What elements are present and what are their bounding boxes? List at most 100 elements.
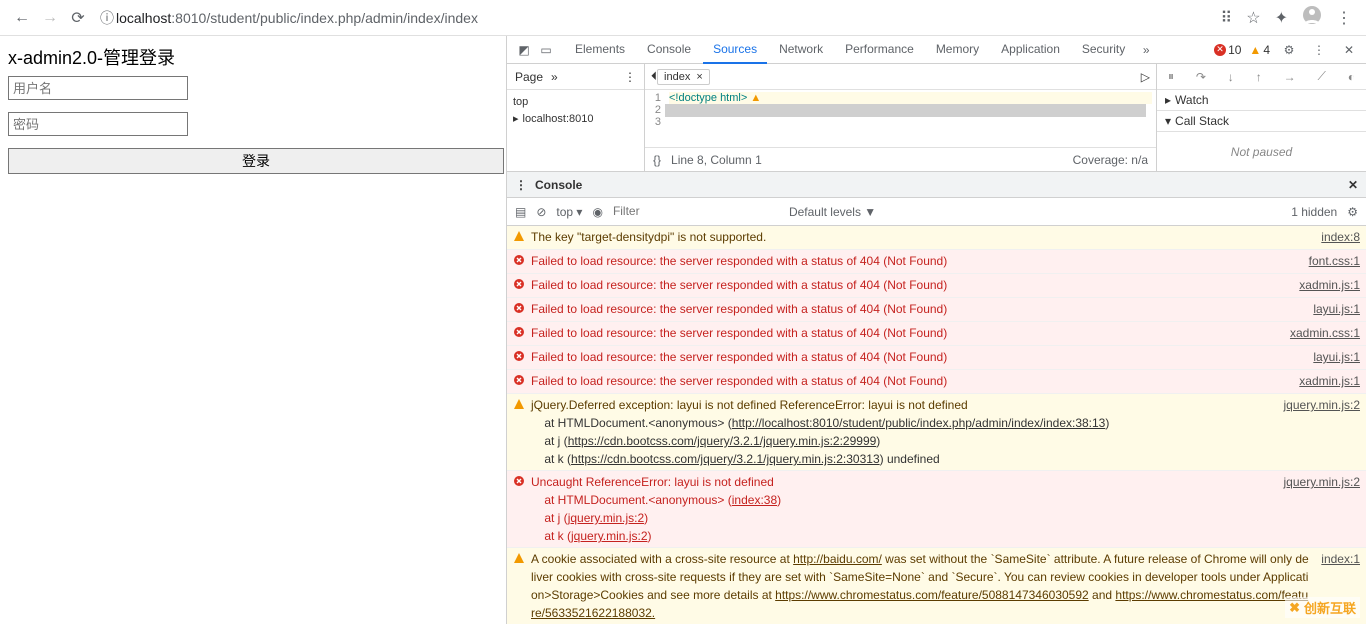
open-file-tab[interactable]: index× (657, 69, 710, 85)
device-toggle-icon[interactable]: ▭ (535, 43, 557, 57)
page-title: x-admin2.0-管理登录 (8, 44, 498, 70)
log-source-link[interactable]: jquery.min.js:2 (1274, 473, 1360, 545)
context-selector[interactable]: top ▾ (556, 205, 582, 219)
console-log-area[interactable]: The key "target-densitydpi" is not suppo… (507, 226, 1366, 624)
drawer-menu-icon[interactable]: ⋮ (515, 178, 527, 192)
inspect-icon[interactable]: ◩ (513, 43, 535, 57)
devtools-tab-security[interactable]: Security (1072, 36, 1135, 64)
console-settings-icon[interactable]: ⚙ (1347, 205, 1358, 219)
step-into-icon[interactable]: ↓ (1228, 70, 1234, 84)
devtools-tab-elements[interactable]: Elements (565, 36, 635, 64)
back-button[interactable]: ← (8, 4, 36, 32)
sources-panel: Page » ⋮ top ▸ localhost:8010 ⏴ index× ▷… (507, 64, 1366, 172)
error-count: 10 (1228, 43, 1241, 57)
password-field[interactable] (8, 112, 188, 136)
console-log-row: Uncaught ReferenceError: layui is not de… (507, 471, 1366, 548)
live-expression-icon[interactable]: ◉ (592, 205, 602, 219)
braces-icon[interactable]: {} (653, 153, 661, 167)
devtools-close-icon[interactable]: ✕ (1338, 43, 1360, 57)
hidden-count[interactable]: 1 hidden (1291, 205, 1337, 219)
log-message: Failed to load resource: the server resp… (527, 300, 1303, 319)
devtools-menu-icon[interactable]: ⋮ (1308, 43, 1330, 57)
profile-icon[interactable] (1302, 5, 1322, 30)
log-message: Uncaught ReferenceError: layui is not de… (527, 473, 1274, 545)
step-over-icon[interactable]: ↷ (1196, 70, 1206, 84)
warning-count: 4 (1263, 43, 1270, 57)
warning-count-badge[interactable]: ▲4 (1249, 43, 1270, 57)
log-message: jQuery.Deferred exception: layui is not … (527, 396, 1274, 468)
navigator-more-icon[interactable]: » (551, 70, 558, 84)
warning-icon (513, 551, 527, 622)
log-source-link[interactable]: xadmin.js:1 (1289, 276, 1360, 295)
reload-button[interactable]: ⟳ (64, 4, 92, 32)
cursor-position: Line 8, Column 1 (671, 153, 762, 167)
log-message: Failed to load resource: the server resp… (527, 324, 1280, 343)
devtools-tab-network[interactable]: Network (769, 36, 833, 64)
login-button[interactable]: 登录 (8, 148, 504, 174)
forward-button[interactable]: → (36, 4, 64, 32)
console-drawer-title: Console (535, 178, 582, 192)
translate-icon[interactable]: ⠿ (1221, 8, 1233, 28)
pause-exc-icon[interactable]: ◐ (1348, 70, 1355, 84)
console-log-row: Failed to load resource: the server resp… (507, 346, 1366, 370)
deactivate-bp-icon[interactable]: ⟋ (1317, 69, 1325, 84)
watch-section[interactable]: ▸ Watch (1157, 90, 1366, 111)
devtools-tab-performance[interactable]: Performance (835, 36, 924, 64)
watermark: ✖ 创新互联 (1285, 597, 1360, 618)
log-source-link[interactable]: xadmin.css:1 (1280, 324, 1360, 343)
console-log-row: Failed to load resource: the server resp… (507, 298, 1366, 322)
log-source-link[interactable]: index:8 (1311, 228, 1360, 247)
settings-icon[interactable]: ⚙ (1278, 43, 1300, 57)
error-icon (513, 349, 527, 367)
navigator-menu-icon[interactable]: ⋮ (624, 70, 636, 84)
error-count-badge[interactable]: ✕10 (1214, 43, 1241, 57)
navigator-tab-page[interactable]: Page (515, 70, 543, 84)
code-editor[interactable]: 123 <!doctype html> ▲ (645, 90, 1156, 147)
tree-item-top[interactable]: top (513, 94, 638, 110)
log-source-link[interactable]: font.css:1 (1299, 252, 1360, 271)
devtools-tab-application[interactable]: Application (991, 36, 1070, 64)
bookmark-icon[interactable]: ☆ (1246, 8, 1260, 28)
warning-icon (513, 397, 527, 468)
site-info-icon[interactable]: ⓘ (100, 8, 114, 28)
step-icon[interactable]: → (1284, 70, 1296, 84)
more-tabs-icon[interactable]: » (1135, 43, 1157, 57)
address-bar[interactable]: ⓘ localhost:8010/student/public/index.ph… (100, 8, 1213, 28)
console-log-row: jQuery.Deferred exception: layui is not … (507, 394, 1366, 471)
error-icon (513, 301, 527, 319)
username-field[interactable] (8, 76, 188, 100)
menu-icon[interactable]: ⋮ (1336, 8, 1352, 28)
log-message: Failed to load resource: the server resp… (527, 276, 1289, 295)
url-port: :8010 (171, 10, 206, 26)
callstack-section[interactable]: ▾ Call Stack (1157, 111, 1366, 132)
log-source-link[interactable]: layui.js:1 (1303, 348, 1360, 367)
extensions-icon[interactable]: ✦ (1275, 8, 1288, 28)
console-log-row: Failed to load resource: the server resp… (507, 370, 1366, 394)
error-icon (513, 373, 527, 391)
run-snippet-icon[interactable]: ▷ (1141, 70, 1150, 84)
console-filter-input[interactable] (613, 204, 773, 219)
devtools-tab-console[interactable]: Console (637, 36, 701, 64)
tree-item-host[interactable]: ▸ localhost:8010 (513, 110, 638, 127)
pause-icon[interactable]: ⏸ (1168, 69, 1174, 84)
log-levels-selector[interactable]: Default levels ▼ (789, 205, 876, 219)
devtools-tab-memory[interactable]: Memory (926, 36, 989, 64)
log-source-link[interactable]: jquery.min.js:2 (1274, 396, 1360, 468)
log-source-link[interactable]: layui.js:1 (1303, 300, 1360, 319)
url-host: localhost (116, 10, 171, 26)
sidebar-toggle-icon[interactable]: ▤ (515, 205, 526, 219)
log-message: A cookie associated with a cross-site re… (527, 550, 1311, 622)
step-out-icon[interactable]: ↑ (1256, 70, 1262, 84)
error-icon (513, 277, 527, 295)
clear-console-icon[interactable]: ⊘ (536, 205, 546, 219)
devtools-tab-sources[interactable]: Sources (703, 36, 767, 64)
devtools-header: ◩ ▭ ElementsConsoleSourcesNetworkPerform… (507, 36, 1366, 64)
log-source-link[interactable]: xadmin.js:1 (1289, 372, 1360, 391)
not-paused-label: Not paused (1157, 132, 1366, 171)
error-icon (513, 253, 527, 271)
close-tab-icon[interactable]: × (696, 71, 702, 83)
log-message: The key "target-densitydpi" is not suppo… (527, 228, 1311, 247)
drawer-close-icon[interactable]: ✕ (1348, 178, 1358, 192)
warning-icon (513, 229, 527, 247)
console-log-row: Failed to load resource: the server resp… (507, 322, 1366, 346)
